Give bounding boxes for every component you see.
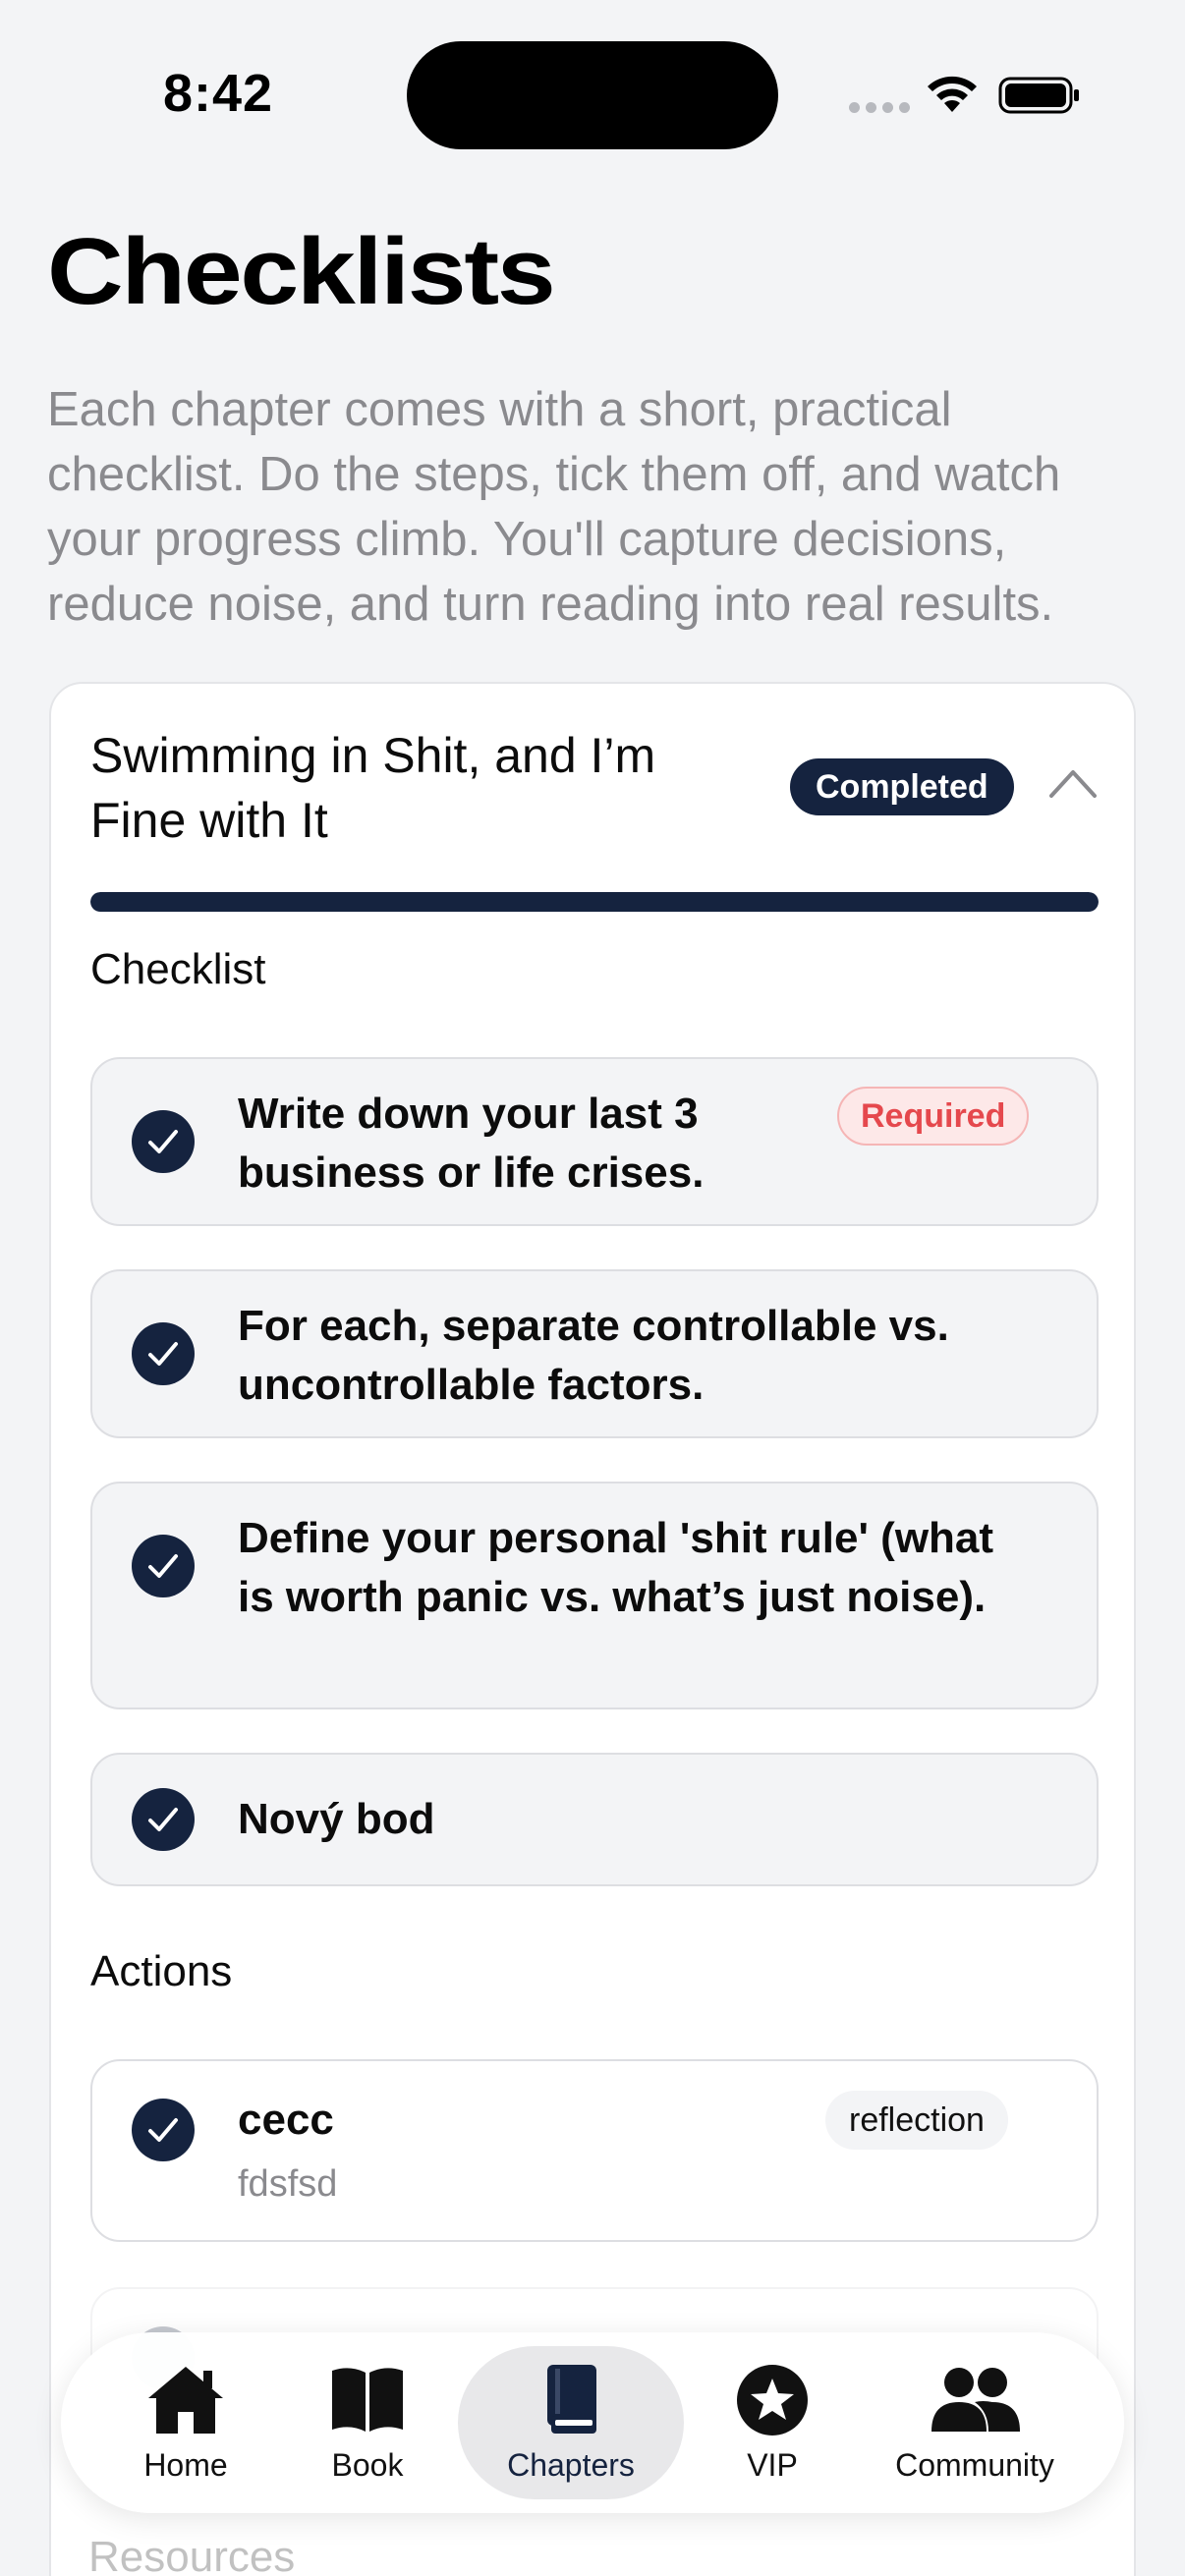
chapter-card: Swimming in Shit, and I’m Fine with It C… bbox=[49, 682, 1136, 2576]
tab-label: Book bbox=[331, 2446, 404, 2483]
checkmark-icon[interactable] bbox=[132, 1535, 195, 1597]
chapter-title[interactable]: Swimming in Shit, and I’m Fine with It bbox=[90, 723, 759, 853]
tab-vip[interactable]: VIP bbox=[715, 2332, 829, 2513]
page-intro: Each chapter comes with a short, practic… bbox=[47, 383, 1061, 631]
checkmark-icon[interactable] bbox=[132, 1788, 195, 1851]
house-icon bbox=[148, 2366, 223, 2434]
status-time: 8:42 bbox=[163, 64, 274, 123]
checkmark-icon[interactable] bbox=[132, 1322, 195, 1385]
book-icon bbox=[547, 2364, 596, 2434]
tab-community[interactable]: Community bbox=[867, 2332, 1083, 2513]
progress-fill bbox=[90, 892, 1099, 912]
open-book-icon bbox=[332, 2367, 403, 2432]
checklist-item-text: Nový bod bbox=[238, 1795, 435, 1843]
tab-chapters[interactable]: Chapters bbox=[458, 2332, 684, 2513]
battery-icon bbox=[998, 77, 1079, 114]
progress-bar bbox=[90, 892, 1099, 912]
people-icon bbox=[931, 2367, 1020, 2432]
checklist-heading: Checklist bbox=[90, 945, 266, 993]
checkmark-icon[interactable] bbox=[132, 2099, 195, 2161]
dynamic-island bbox=[407, 41, 778, 149]
chevron-up-icon[interactable] bbox=[1045, 762, 1100, 802]
tab-bar: Home Book Chapters VIP Community bbox=[61, 2332, 1124, 2513]
checklist-item-text: Write down your last 3 business or life … bbox=[238, 1090, 705, 1197]
checkmark-icon[interactable] bbox=[132, 1110, 195, 1173]
tab-home[interactable]: Home bbox=[100, 2332, 271, 2513]
wifi-icon bbox=[928, 76, 977, 112]
star-badge-icon bbox=[737, 2364, 808, 2436]
checklist-item[interactable]: Nový bod bbox=[90, 1753, 1099, 1886]
cellular-signal-icon bbox=[849, 102, 910, 113]
action-item[interactable]: cecc fdsfsd reflection bbox=[90, 2059, 1099, 2242]
required-badge: Required bbox=[837, 1087, 1030, 1146]
action-subtitle: fdsfsd bbox=[238, 2163, 338, 2205]
actions-heading: Actions bbox=[90, 1947, 233, 1995]
tab-label: VIP bbox=[747, 2446, 798, 2483]
action-tag: reflection bbox=[825, 2091, 1008, 2150]
checklist-item-text: Define your personal 'shit rule' (what i… bbox=[238, 1514, 994, 1621]
action-title: cecc bbox=[238, 2096, 334, 2144]
checklist-item[interactable]: For each, separate controllable vs. unco… bbox=[90, 1269, 1099, 1438]
tab-label: Community bbox=[895, 2446, 1054, 2483]
tab-book[interactable]: Book bbox=[299, 2332, 436, 2513]
page-title: Checklists bbox=[47, 219, 556, 324]
resources-heading: Resources bbox=[88, 2533, 296, 2576]
status-bar: 8:42 bbox=[0, 0, 1185, 196]
status-badge: Completed bbox=[790, 758, 1014, 815]
tab-label: Home bbox=[143, 2446, 228, 2483]
checklist-item[interactable]: Define your personal 'shit rule' (what i… bbox=[90, 1482, 1099, 1709]
tab-label: Chapters bbox=[507, 2446, 635, 2483]
checklist-item[interactable]: Write down your last 3 business or life … bbox=[90, 1057, 1099, 1226]
checklist-item-text: For each, separate controllable vs. unco… bbox=[238, 1302, 949, 1409]
